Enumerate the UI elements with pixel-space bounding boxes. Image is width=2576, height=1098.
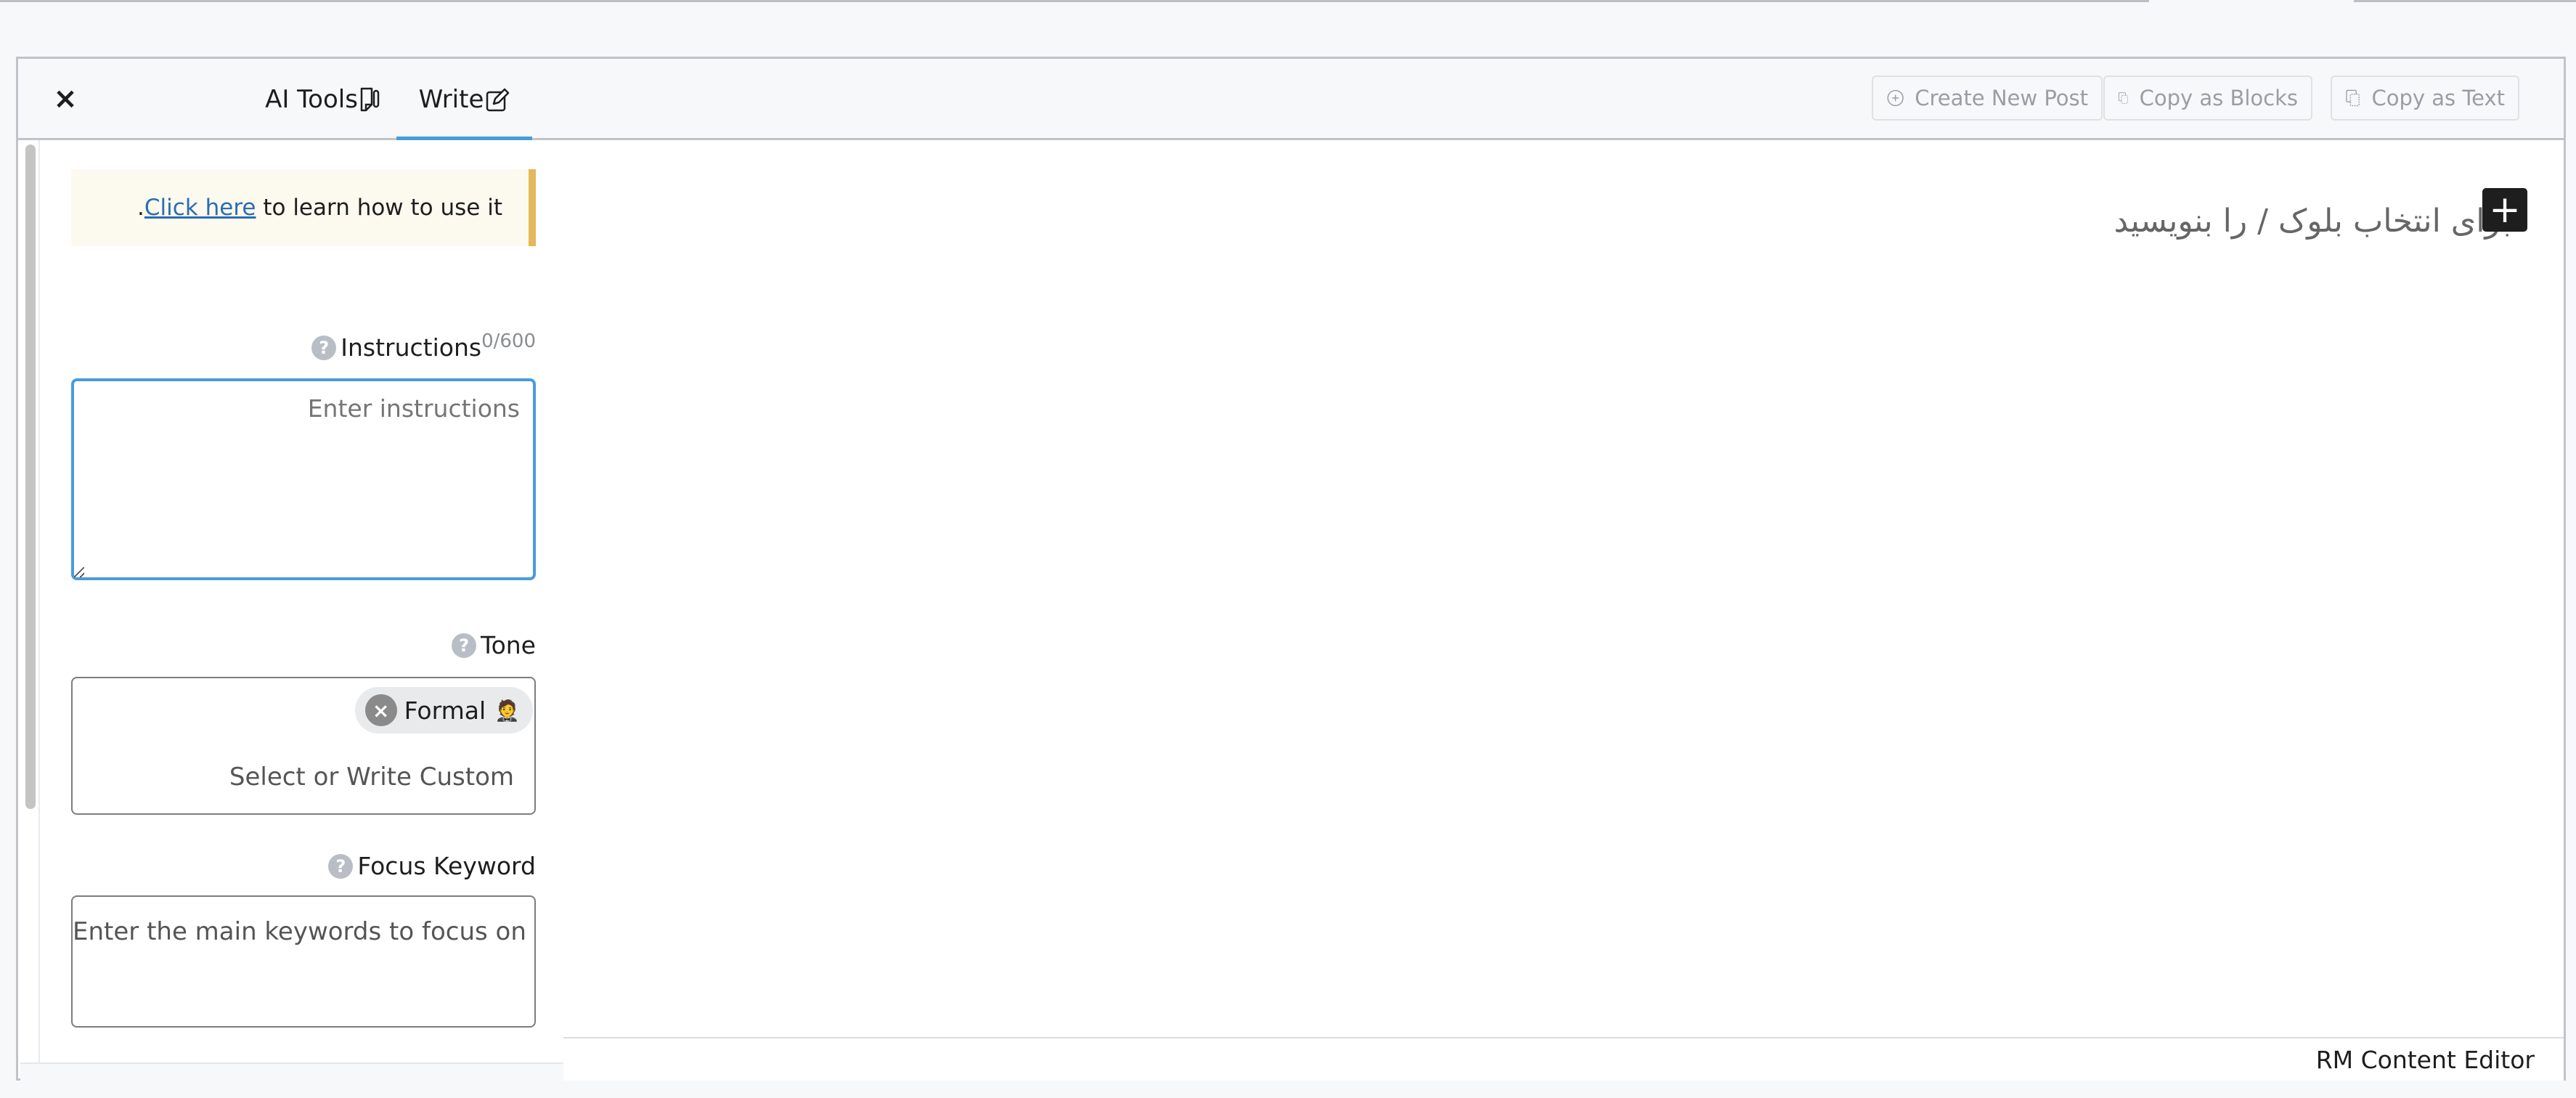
notice-prefix: .	[137, 195, 144, 221]
focus-keyword-placeholder: Enter the main keywords to focus on	[73, 917, 526, 946]
note-pencil-icon	[360, 87, 380, 112]
tone-label: Tone	[481, 631, 536, 659]
focus-keyword-label-row: ? Focus Keyword	[328, 852, 536, 880]
help-icon[interactable]: ?	[328, 853, 354, 879]
character-counter: 0/600	[481, 330, 536, 352]
remove-chip-icon[interactable]: ×	[364, 694, 397, 726]
help-notice: . Click here to learn how to use it	[71, 169, 536, 246]
person-in-tuxedo-icon: 🤵	[494, 698, 520, 723]
plus-icon: +	[2489, 188, 2521, 232]
block-editor-canvas[interactable]: برای انتخاب بلوک / را بنویسید +	[563, 140, 2564, 983]
editor-placeholder[interactable]: برای انتخاب بلوک / را بنویسید	[2114, 203, 2511, 240]
instructions-label: Instructions	[341, 333, 482, 362]
tone-select[interactable]: × Formal 🤵 Select or Write Custom	[71, 677, 536, 815]
modal-header: × AI Tools Write Create New Post Copy as…	[18, 59, 2564, 142]
tab-label: Write	[418, 85, 484, 114]
help-icon[interactable]: ?	[311, 335, 337, 360]
sidebar-scrollbar[interactable]	[23, 140, 40, 1062]
instructions-textarea[interactable]: Enter instructions	[71, 378, 536, 580]
write-sidebar-panel: . Click here to learn how to use it ? Ins…	[20, 140, 563, 1062]
edit-square-icon	[486, 88, 510, 112]
copy-as-blocks-button[interactable]: Copy as Blocks	[2103, 76, 2312, 121]
focus-keyword-label: Focus Keyword	[357, 852, 536, 880]
copy-icon	[2118, 92, 2128, 104]
background-tab-edge	[2354, 0, 2576, 2]
add-block-button[interactable]: +	[2482, 188, 2527, 232]
content-editor-modal: × AI Tools Write Create New Post Copy as…	[16, 57, 2566, 1082]
background-tab-strip	[0, 0, 2576, 4]
footer-brand-label: RM Content Editor	[2315, 1046, 2535, 1074]
button-label: Create New Post	[1915, 86, 2088, 110]
chip-label: Formal	[404, 696, 486, 725]
tone-label-row: ? Tone	[452, 631, 536, 659]
tone-custom-input[interactable]: Select or Write Custom	[229, 762, 514, 792]
button-label: Copy as Text	[2371, 86, 2505, 110]
plus-circle-icon	[1887, 89, 1904, 107]
editor-footer: RM Content Editor	[563, 1037, 2564, 1081]
button-label: Copy as Blocks	[2139, 86, 2298, 110]
tone-chip-formal: × Formal 🤵	[354, 687, 533, 733]
notice-text: to learn how to use it	[256, 195, 502, 221]
instructions-label-row: ? Instructions 0/600	[311, 330, 536, 362]
tab-write[interactable]: Write	[396, 59, 532, 142]
tab-ai-tools[interactable]: AI Tools	[236, 59, 410, 140]
copy-icon	[2346, 89, 2360, 107]
background-tab-edge	[0, 0, 2149, 2]
create-new-post-button[interactable]: Create New Post	[1872, 76, 2103, 121]
focus-keyword-input[interactable]: Enter the main keywords to focus on	[71, 895, 536, 1028]
sidebar-bottom-bar	[20, 1062, 563, 1082]
close-button[interactable]: ×	[46, 79, 85, 118]
help-icon[interactable]: ?	[452, 633, 477, 658]
resize-handle[interactable]	[74, 567, 84, 577]
copy-as-text-button[interactable]: Copy as Text	[2331, 76, 2519, 121]
learn-how-link[interactable]: Click here	[144, 195, 256, 221]
tab-label: AI Tools	[265, 85, 358, 114]
scrollbar-thumb[interactable]	[25, 145, 36, 809]
close-icon: ×	[53, 82, 78, 115]
instructions-placeholder: Enter instructions	[307, 394, 520, 423]
